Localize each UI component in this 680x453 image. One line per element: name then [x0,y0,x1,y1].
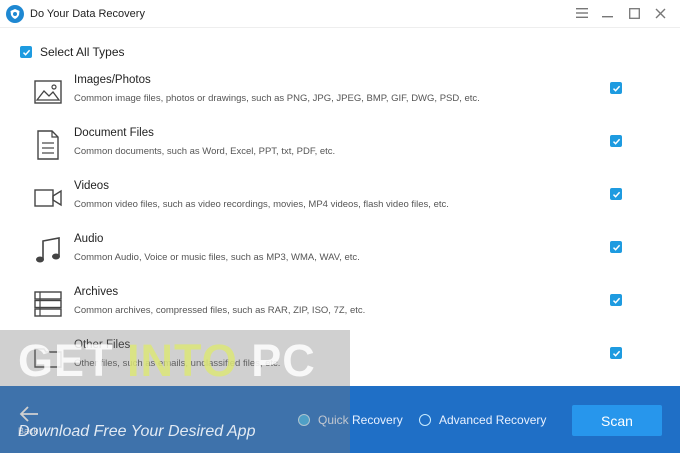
type-title: Archives [74,286,119,298]
select-all-types[interactable]: Select All Types [20,45,125,59]
select-all-label: Select All Types [40,45,125,59]
documents-checkbox[interactable] [610,135,622,147]
title-bar: Do Your Data Recovery [0,0,680,28]
minimize-icon[interactable] [600,5,616,21]
type-row-images[interactable]: Images/Photos Common image files, photos… [0,74,680,127]
type-title: Document Files [74,127,154,139]
menu-icon[interactable] [574,5,590,21]
archives-checkbox[interactable] [610,294,622,306]
videos-checkbox[interactable] [610,188,622,200]
app-title: Do Your Data Recovery [30,7,145,20]
scan-button[interactable]: Scan [572,405,662,436]
type-description: Common archives, compressed files, such … [74,305,366,316]
image-icon [33,77,63,107]
type-description: Common image files, photos or drawings, … [74,93,480,104]
type-title: Images/Photos [74,74,151,86]
type-row-videos[interactable]: Videos Common video files, such as video… [0,180,680,233]
type-title: Videos [74,180,109,192]
advanced-recovery-radio[interactable] [419,414,431,426]
watermark-subtitle: Download Free Your Desired App [18,423,256,440]
close-icon[interactable] [652,5,668,21]
type-description: Common Audio, Voice or music files, such… [74,252,360,263]
shield-logo-icon [6,4,24,23]
video-camera-icon [33,183,63,213]
watermark-title: GET INTO PC [18,335,316,386]
window-controls [574,5,668,21]
images-checkbox[interactable] [610,82,622,94]
music-note-icon [33,236,63,266]
select-all-checkbox[interactable] [20,46,32,58]
other-files-checkbox[interactable] [610,347,622,359]
type-row-documents[interactable]: Document Files Common documents, such as… [0,127,680,180]
document-icon [33,130,63,160]
audio-checkbox[interactable] [610,241,622,253]
maximize-icon[interactable] [626,5,642,21]
type-row-audio[interactable]: Audio Common Audio, Voice or music files… [0,233,680,286]
type-title: Audio [74,233,104,245]
archive-icon [33,289,63,319]
type-description: Common documents, such as Word, Excel, P… [74,146,336,157]
type-description: Common video files, such as video record… [74,199,449,210]
advanced-recovery-label[interactable]: Advanced Recovery [439,413,546,427]
